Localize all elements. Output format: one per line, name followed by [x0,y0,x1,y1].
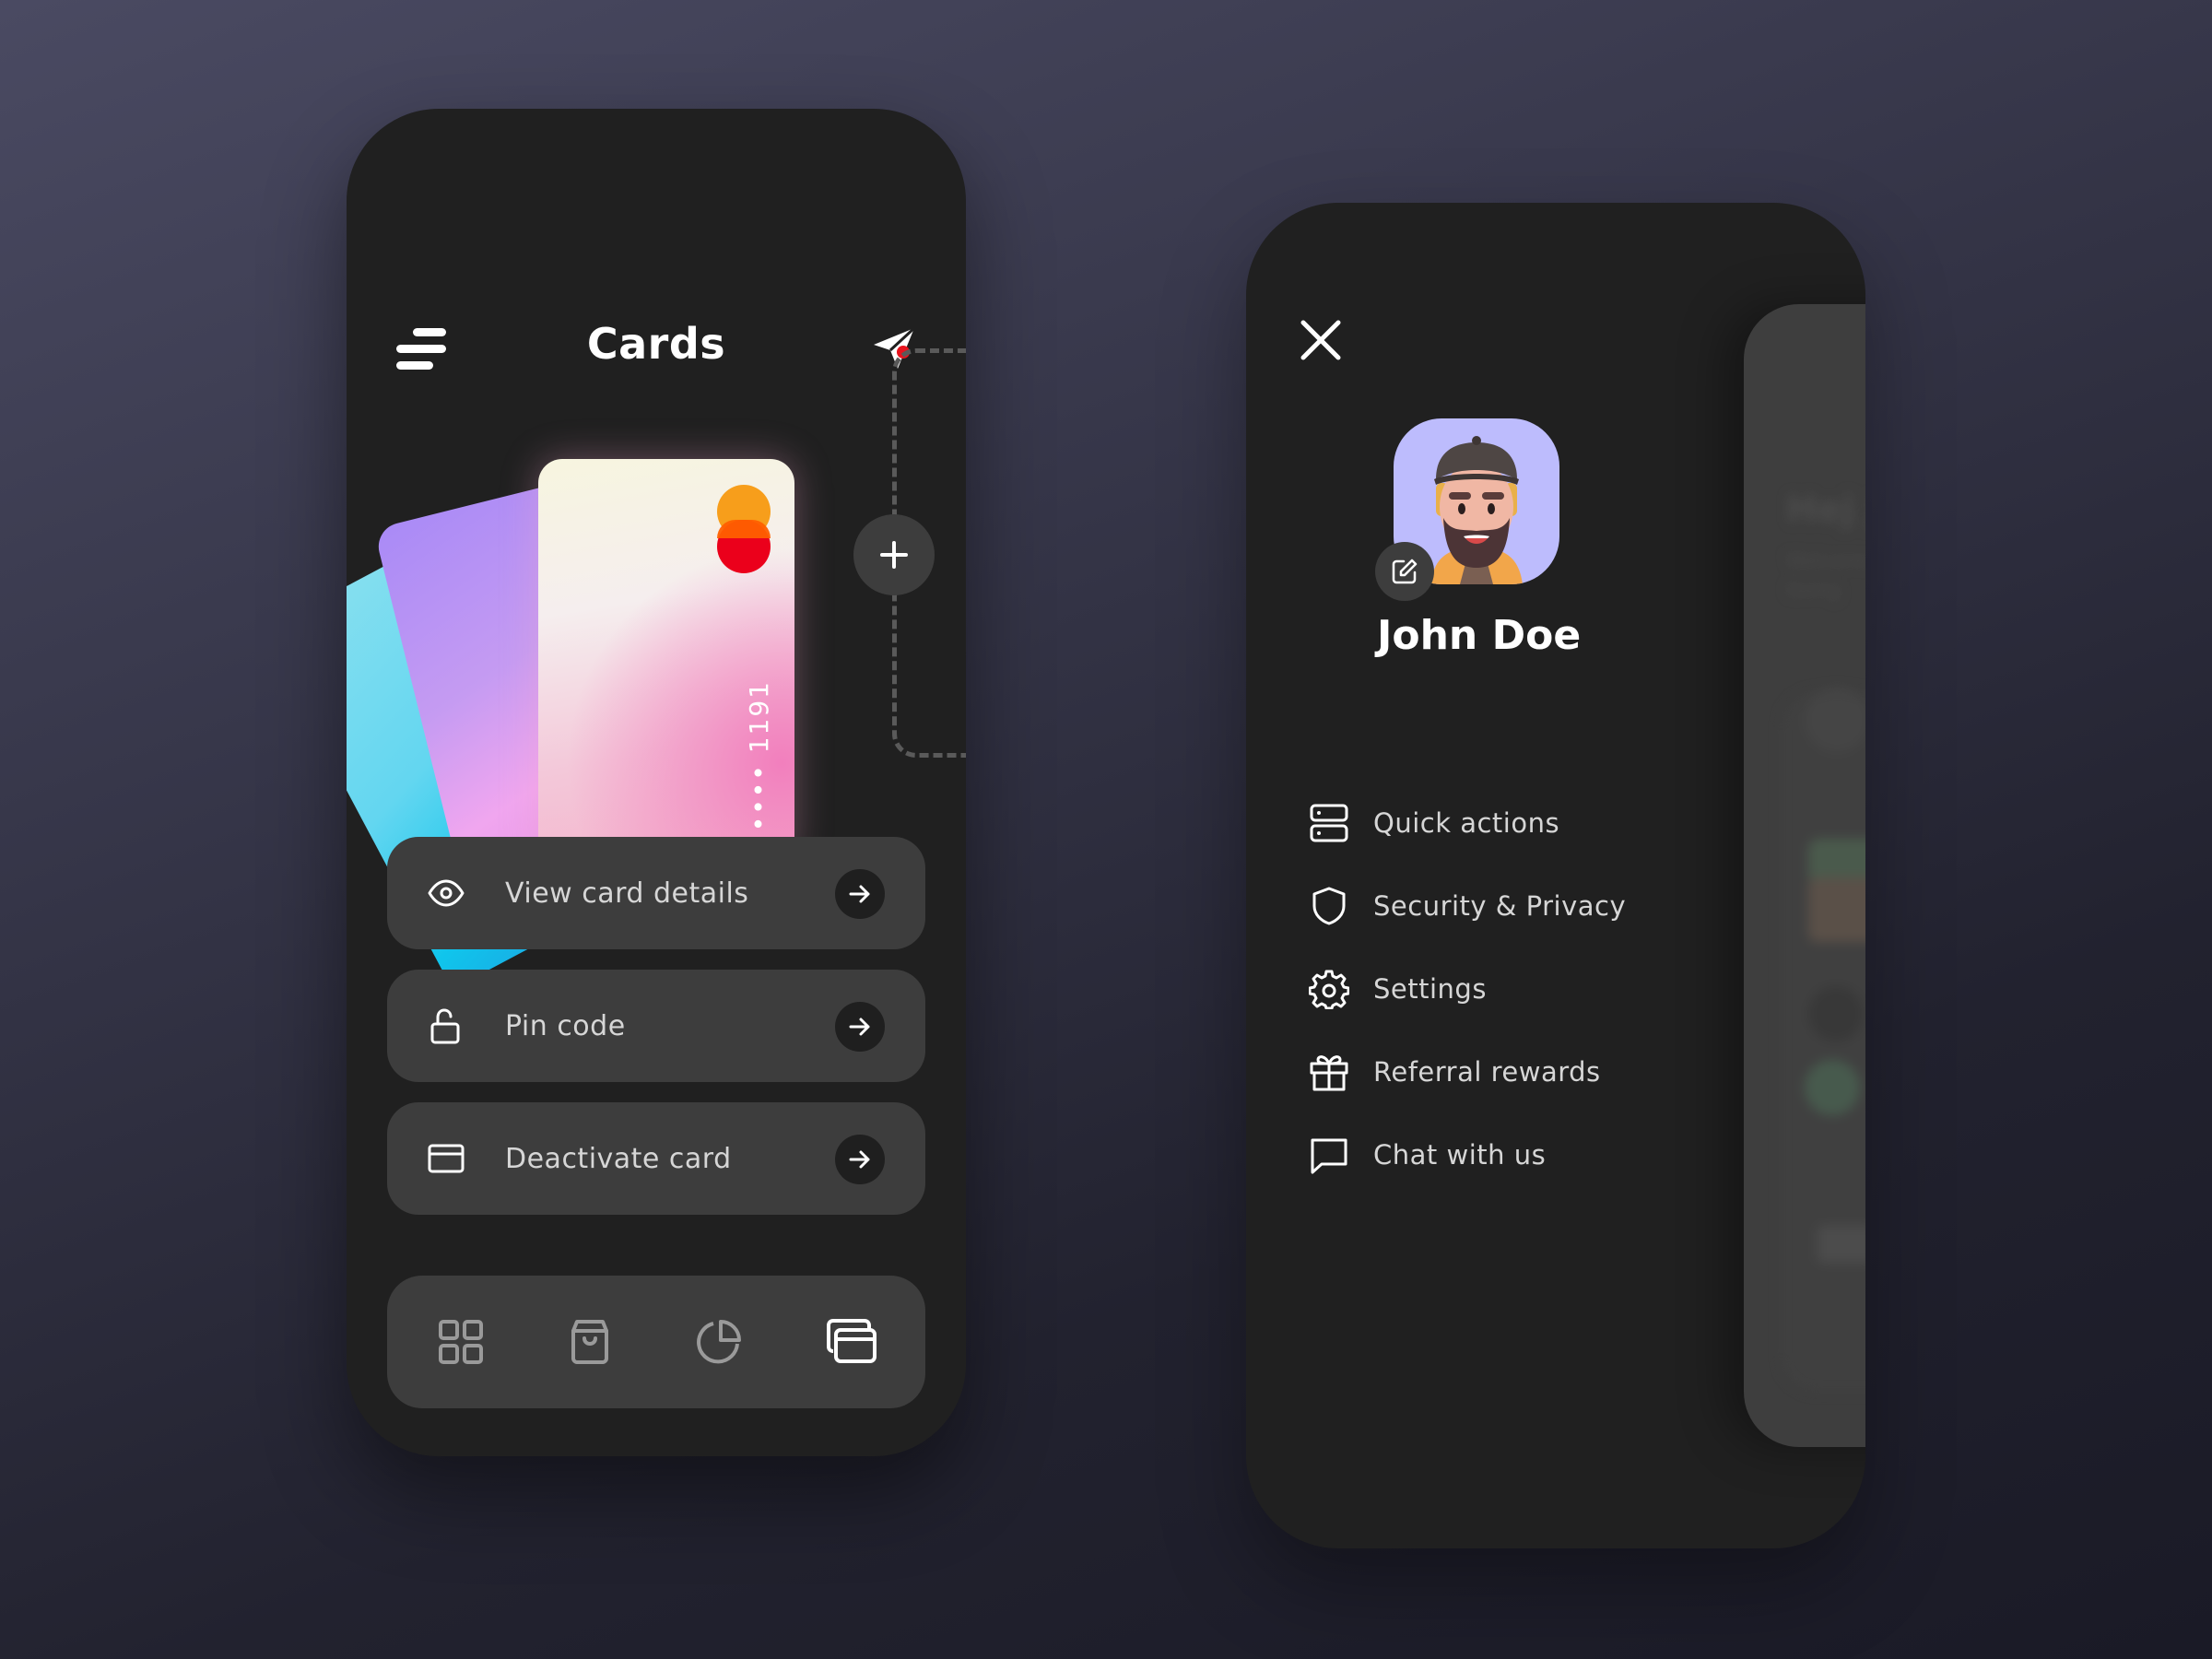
pin-code-button[interactable]: Pin code [387,970,925,1082]
gear-icon [1309,970,1349,1009]
menu-item-label: Quick actions [1373,807,1560,839]
menu-item-chat-with-us[interactable]: Chat with us [1309,1113,1733,1196]
add-card-button[interactable] [853,514,935,595]
action-label: Pin code [505,1009,626,1042]
profile-avatar-container [1375,418,1559,601]
preview-subtitle: Going [1786,579,1841,601]
nav-dashboard[interactable] [437,1318,485,1366]
background-screen-preview[interactable]: Hej J Welcome Going [1744,304,1865,1447]
shopping-bag-icon [571,1320,608,1364]
menu-screen: Hej J Welcome Going [1246,203,1865,1548]
credit-card-icon [428,1144,465,1173]
preview-greeting: Hej J [1786,488,1865,531]
shield-icon [1312,887,1346,925]
menu-item-referral-rewards[interactable]: Referral rewards [1309,1030,1733,1113]
close-icon [1300,320,1341,360]
arrow-right-icon [835,869,885,919]
menu-item-security-privacy[interactable]: Security & Privacy [1309,865,1733,947]
nav-analytics[interactable] [695,1318,743,1366]
card-number: •••• 1191 [744,679,774,831]
view-card-details-button[interactable]: View card details [387,837,925,949]
menu-item-label: Security & Privacy [1373,890,1627,922]
gift-icon [1310,1055,1348,1091]
close-button[interactable] [1298,317,1344,363]
preview-item [1808,877,1865,942]
arrow-right-icon [835,1135,885,1184]
user-name: John Doe [1377,612,1582,659]
preview-add-button [1805,688,1865,752]
preview-subtitle: Welcome [1786,549,1865,571]
cards-screen: Cards •••• 1191 View card details Pin co… [347,109,966,1456]
edit-icon [1392,559,1418,584]
deactivate-card-button[interactable]: Deactivate card [387,1102,925,1215]
preview-card-area [1781,691,1865,1392]
bottom-nav [387,1276,925,1408]
unlock-icon [430,1008,460,1044]
preview-nav [1818,1226,1865,1263]
nav-cards[interactable] [826,1318,877,1366]
pie-chart-icon [697,1320,741,1364]
menu-item-quick-actions[interactable]: Quick actions [1309,782,1733,865]
card-actions: View card details Pin code Deactivate ca… [387,837,925,1235]
action-label: Deactivate card [505,1142,732,1175]
edit-avatar-button[interactable] [1375,542,1434,601]
side-menu: Quick actions Security & Privacy Setting… [1309,782,1733,1196]
cards-icon [827,1319,877,1363]
server-icon [1310,804,1348,842]
nav-shop[interactable] [566,1318,614,1366]
grid-icon [439,1320,483,1364]
card-front[interactable]: •••• 1191 [538,459,794,865]
plus-icon [880,541,908,569]
header: Cards [347,312,966,385]
menu-item-label: Referral rewards [1373,1056,1601,1088]
menu-item-label: Chat with us [1373,1139,1547,1171]
action-label: View card details [505,877,749,910]
chat-icon [1311,1138,1347,1174]
preview-item [1808,986,1864,1041]
mastercard-logo [717,485,771,573]
eye-icon [428,879,465,907]
menu-item-label: Settings [1373,973,1487,1005]
arrow-right-icon [835,1002,885,1052]
preview-item [1805,1060,1860,1115]
menu-item-settings[interactable]: Settings [1309,947,1733,1030]
